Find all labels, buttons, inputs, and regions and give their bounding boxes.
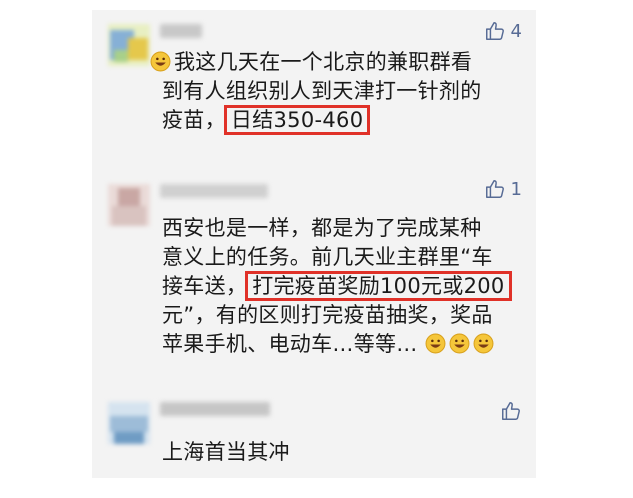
comment-text: 上海首当其冲 <box>162 438 532 467</box>
username[interactable] <box>160 24 202 38</box>
grinning-face-emoji <box>449 333 470 354</box>
grinning-face-emoji <box>150 51 171 72</box>
text-line: 到有人组织别人到天津打一针剂的 <box>162 79 482 103</box>
thumbs-up-icon <box>485 22 504 40</box>
highlight-box: 打完疫苗奖励100元或200 <box>245 271 512 301</box>
like-button[interactable]: 4 <box>484 20 522 42</box>
text-line: 接车送， <box>162 274 248 298</box>
text-line: 意义上的任务。前几天业主群里“车 <box>162 245 493 269</box>
like-button[interactable]: 1 <box>484 178 522 200</box>
thumbs-up-icon <box>485 180 504 198</box>
text-line: 我这几天在一个北京的兼职群看 <box>174 50 473 74</box>
like-count: 4 <box>510 20 522 42</box>
thumbs-up-icon <box>502 402 520 420</box>
username[interactable] <box>160 402 270 416</box>
text-line: 西安也是一样，都是为了完成某种 <box>162 216 482 240</box>
avatar[interactable] <box>108 184 150 226</box>
highlight-box: 日结350-460 <box>223 105 371 135</box>
comments-panel: 4 我这几天在一个北京的兼职群看 到有人组织别人到天津打一针剂的 疫苗， 日结35… <box>92 10 536 478</box>
username[interactable] <box>160 184 268 198</box>
text-line: 苹果手机、电动车…等等… <box>162 332 418 356</box>
comment-text: 我这几天在一个北京的兼职群看 到有人组织别人到天津打一针剂的 疫苗， 日结350-… <box>150 48 532 135</box>
text-line: 元”，有的区则打完疫苗抽奖，奖品 <box>162 303 493 327</box>
grinning-face-emoji <box>425 333 446 354</box>
avatar[interactable] <box>108 24 150 66</box>
comment-text: 西安也是一样，都是为了完成某种 意义上的任务。前几天业主群里“车 接车送， 打完疫… <box>162 214 532 359</box>
grinning-face-emoji <box>473 333 494 354</box>
like-button[interactable] <box>500 400 522 422</box>
avatar[interactable] <box>108 402 150 444</box>
text-line: 上海首当其冲 <box>162 440 290 464</box>
text-line: 疫苗， <box>162 108 226 132</box>
like-count: 1 <box>510 178 522 200</box>
